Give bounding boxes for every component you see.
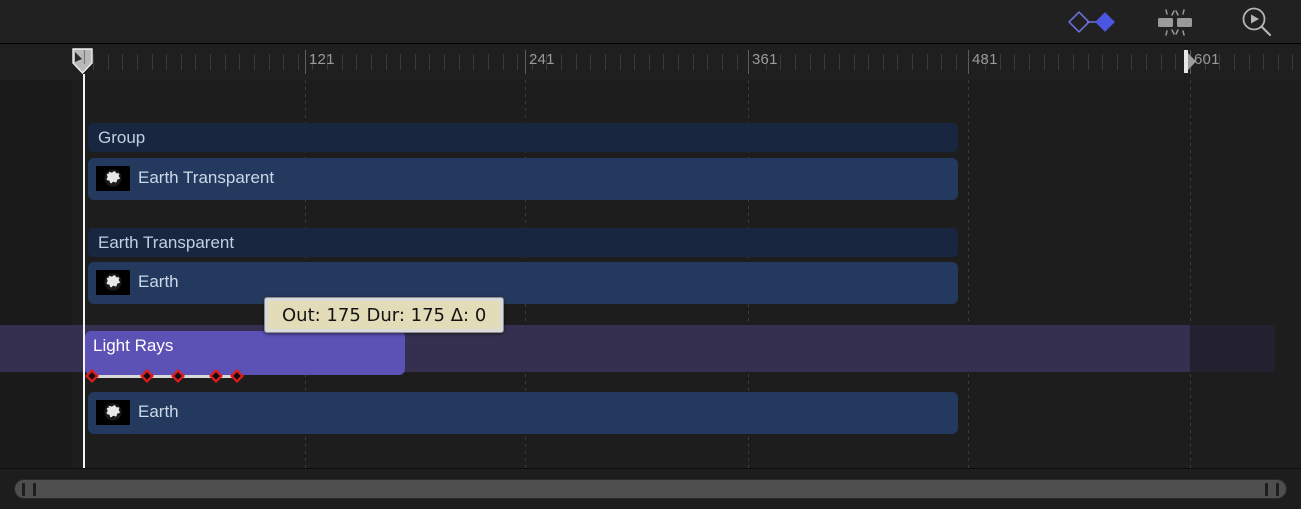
project-end-marker[interactable] (1184, 50, 1197, 73)
drag-info-tooltip-text: Out: 175 Dur: 175 Δ: 0 (282, 304, 487, 326)
horizontal-scrollbar-thumb[interactable] (14, 479, 1287, 499)
earth-row[interactable]: Earth (88, 262, 958, 304)
timeline-toolbar (0, 0, 1301, 44)
track-label: Earth (138, 402, 179, 421)
track-label: Light Rays (93, 336, 174, 355)
keyframe-marker[interactable] (140, 369, 154, 383)
keyframe-marker[interactable] (171, 369, 185, 383)
drag-info-tooltip-body: Out: 175 Dur: 175 Δ: 0 (268, 301, 501, 329)
search-timeline-icon[interactable] (1231, 5, 1283, 39)
track-label: Earth Transparent (98, 233, 235, 252)
ruler-label: 481 (972, 51, 998, 68)
keyframe-marker[interactable] (230, 369, 244, 383)
keyframe-marker[interactable] (85, 369, 99, 383)
ruler-label: 241 (529, 51, 555, 68)
scrollbar-left-grip[interactable] (22, 483, 36, 496)
keyframe-strip[interactable] (0, 369, 1301, 383)
group-row[interactable]: Group (88, 123, 958, 152)
track-label: Earth (138, 272, 179, 291)
earth-transparent-group-row[interactable]: Earth Transparent (88, 228, 958, 257)
gridline (1190, 80, 1191, 468)
toolbar-button-group (1067, 0, 1295, 43)
keyframe-marker[interactable] (209, 369, 223, 383)
ruler-label: 121 (309, 51, 335, 68)
playhead-line (83, 74, 85, 468)
show-hide-timeline-icon[interactable] (1149, 5, 1201, 39)
scrollbar-right-grip[interactable] (1265, 483, 1279, 496)
globe-thumbnail-icon (96, 400, 130, 425)
globe-thumbnail-icon (96, 270, 130, 295)
track-gutter (0, 80, 72, 468)
globe-thumbnail-icon (96, 166, 130, 191)
earth-transparent-row[interactable]: Earth Transparent (88, 158, 958, 200)
timeline-ruler[interactable]: 121 241 361 481 601 (0, 44, 1301, 81)
ruler-label: 601 (1194, 51, 1220, 68)
ruler-label: 361 (752, 51, 778, 68)
playhead-handle[interactable] (72, 48, 93, 75)
track-label: Group (98, 128, 146, 147)
track-label: Earth Transparent (138, 168, 275, 187)
gridline (968, 80, 969, 468)
timeline-panel: 121 241 361 481 601 Group Earth Transparent Ea… (0, 0, 1301, 509)
earth-row-2[interactable]: Earth (88, 392, 958, 434)
drag-info-tooltip: Out: 175 Dur: 175 Δ: 0 (264, 297, 505, 333)
horizontal-scrollbar-area (0, 468, 1301, 509)
keyframe-editor-icon[interactable] (1067, 5, 1119, 39)
track-area[interactable]: Group Earth Transparent Earth Transparent E… (0, 80, 1301, 468)
